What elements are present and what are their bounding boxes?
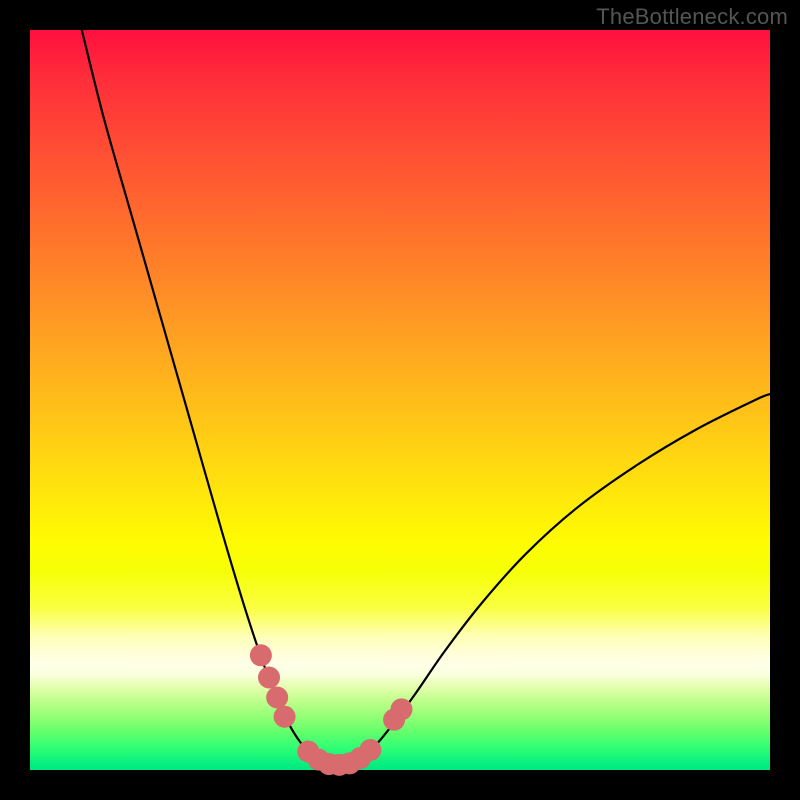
threshold-marker (274, 706, 296, 728)
chart-svg (30, 30, 770, 770)
threshold-marker (359, 739, 381, 761)
plot-area (30, 30, 770, 770)
threshold-marker (258, 667, 280, 689)
bottleneck-curve (82, 30, 770, 765)
threshold-marker (250, 644, 272, 666)
threshold-markers (250, 644, 413, 776)
threshold-marker (390, 698, 412, 720)
chart-frame: TheBottleneck.com (0, 0, 800, 800)
watermark-label: TheBottleneck.com (596, 4, 788, 30)
threshold-marker (266, 686, 288, 708)
